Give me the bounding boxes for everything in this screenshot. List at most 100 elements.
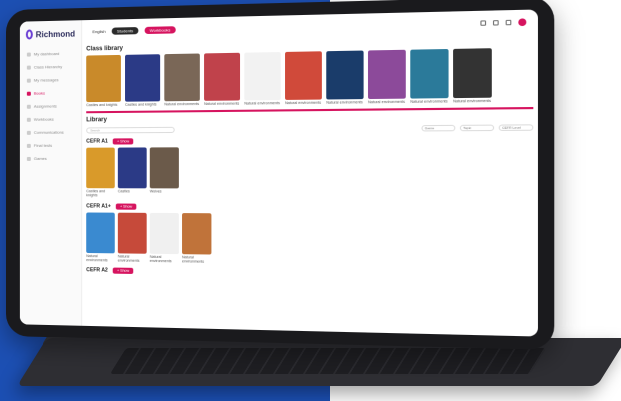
sidebar-item[interactable]: Assignments — [20, 99, 81, 113]
library-toolbar: Search Genre Topic CEFR Level — [86, 124, 534, 134]
sidebar-item[interactable]: My dashboard — [20, 47, 81, 61]
library-search-input[interactable]: Search — [86, 127, 175, 134]
show-level-button[interactable]: + Show — [112, 267, 134, 274]
book-cover[interactable] — [244, 52, 281, 101]
level-header: CEFR A1+ + Show — [86, 203, 533, 212]
book-cover[interactable] — [149, 147, 179, 189]
filter-select[interactable]: Topic — [459, 124, 495, 132]
level-book-row: Castles and knights Castles Wolves — [86, 146, 533, 199]
book-caption: Natural environments — [149, 254, 172, 264]
book-cover[interactable] — [410, 48, 449, 99]
book-card[interactable]: Castles and knights — [125, 54, 161, 107]
sidebar-item[interactable]: Books — [20, 86, 81, 100]
book-caption: Natural environments — [244, 101, 280, 106]
sidebar-item[interactable]: My messages — [20, 73, 81, 87]
help-icon[interactable] — [492, 19, 499, 26]
level-header: CEFR A1 + Show — [86, 136, 533, 145]
sidebar-item-icon — [26, 143, 31, 148]
book-cover[interactable] — [285, 51, 322, 100]
filter-select[interactable]: CEFR Level — [498, 124, 534, 132]
book-card[interactable]: Natural environments — [326, 50, 364, 105]
brand-logo[interactable]: Richmond — [20, 20, 81, 48]
book-card[interactable]: Castles and knights — [86, 147, 115, 198]
notifications-icon[interactable] — [505, 19, 512, 25]
book-card[interactable]: Wolves — [149, 147, 179, 199]
sidebar-item-label: My messages — [33, 77, 59, 83]
book-caption: Natural environments — [453, 98, 491, 104]
language-selector[interactable]: English — [92, 28, 105, 33]
book-card[interactable]: Castles and knights — [86, 54, 121, 107]
sidebar-item-icon — [26, 117, 31, 122]
library-filters: Genre Topic CEFR Level — [421, 124, 534, 132]
brand-name: Richmond — [35, 28, 76, 39]
book-cover[interactable] — [117, 147, 147, 189]
teacher-button[interactable]: Workbooks — [144, 25, 176, 34]
sidebar-item[interactable]: Class Hierarchy — [20, 60, 81, 74]
book-caption: Natural environments — [164, 101, 200, 107]
filter-select[interactable]: Genre — [421, 125, 456, 132]
book-caption: Natural environments — [410, 99, 448, 104]
book-caption: Natural environments — [204, 101, 240, 106]
book-card[interactable]: Castles — [117, 147, 147, 198]
book-caption: Castles and knights — [86, 189, 106, 198]
book-card[interactable]: Natural environments — [453, 48, 492, 103]
level-book-row: Natural environments Natural environments… — [86, 212, 533, 268]
sidebar-item[interactable]: Games — [20, 152, 81, 165]
settings-icon[interactable] — [480, 19, 487, 26]
level-name: CEFR A1+ — [86, 202, 111, 210]
book-cover[interactable] — [164, 53, 200, 102]
book-caption: Castles — [117, 189, 130, 194]
sidebar: Richmond My dashboard Class Hierarchy My m… — [19, 20, 83, 326]
sidebar-item[interactable]: Final tests — [20, 139, 81, 152]
book-caption: Castles and knights — [125, 102, 157, 107]
logo-icon — [25, 29, 33, 40]
sidebar-item-label: Assignments — [33, 103, 57, 109]
book-cover[interactable] — [86, 54, 121, 103]
book-card[interactable]: Natural environments — [182, 212, 212, 264]
book-cover[interactable] — [204, 52, 241, 101]
sidebar-item-icon — [26, 130, 31, 135]
book-caption: Natural environments — [368, 99, 405, 105]
book-cover[interactable] — [182, 212, 212, 255]
sidebar-item-icon — [26, 156, 31, 161]
book-cover[interactable] — [368, 49, 406, 100]
sidebar-item-icon — [26, 52, 31, 57]
book-cover[interactable] — [117, 212, 147, 254]
book-cover[interactable] — [86, 147, 115, 189]
level-name: CEFR A1 — [86, 138, 108, 145]
avatar[interactable] — [518, 17, 527, 26]
library-title: Library — [86, 117, 107, 124]
book-caption: Natural environments — [285, 100, 322, 106]
book-card[interactable]: Natural environments — [86, 212, 115, 262]
show-level-button[interactable]: + Show — [112, 138, 134, 145]
book-card[interactable]: Natural environments — [368, 49, 406, 105]
sidebar-item-label: Final tests — [33, 142, 53, 148]
book-card[interactable]: Natural environments — [285, 51, 322, 105]
level-name: CEFR A2 — [86, 267, 108, 274]
book-caption: Wolves — [149, 189, 162, 194]
sidebar-item-label: Workbooks — [33, 116, 54, 122]
book-cover[interactable] — [86, 212, 115, 253]
sidebar-item[interactable]: Communications — [20, 125, 81, 138]
book-card[interactable]: Natural environments — [164, 53, 200, 106]
main-content: Class library Castles and knights Castles… — [86, 33, 534, 336]
sidebar-item-icon — [26, 91, 31, 96]
book-card[interactable]: Natural environments — [204, 52, 241, 106]
book-cover[interactable] — [326, 50, 364, 100]
book-card[interactable]: Natural environments — [149, 212, 179, 264]
book-cover[interactable] — [453, 48, 492, 99]
book-caption: Natural environments — [117, 253, 140, 263]
sidebar-item-icon — [26, 104, 31, 109]
level-header: CEFR A2 + Show — [86, 267, 533, 280]
book-caption: Natural environments — [182, 254, 205, 264]
book-card[interactable]: Natural environments — [244, 52, 281, 106]
book-card[interactable]: Natural environments — [410, 48, 449, 104]
book-cover[interactable] — [125, 54, 161, 102]
sidebar-item-label: Games — [33, 155, 47, 161]
book-card[interactable]: Natural environments — [117, 212, 147, 263]
sidebar-item[interactable]: Workbooks — [20, 112, 81, 126]
students-button[interactable]: Students — [111, 26, 139, 35]
show-level-button[interactable]: + Show — [115, 203, 137, 210]
topbar-icons — [480, 17, 527, 27]
book-cover[interactable] — [149, 212, 179, 254]
